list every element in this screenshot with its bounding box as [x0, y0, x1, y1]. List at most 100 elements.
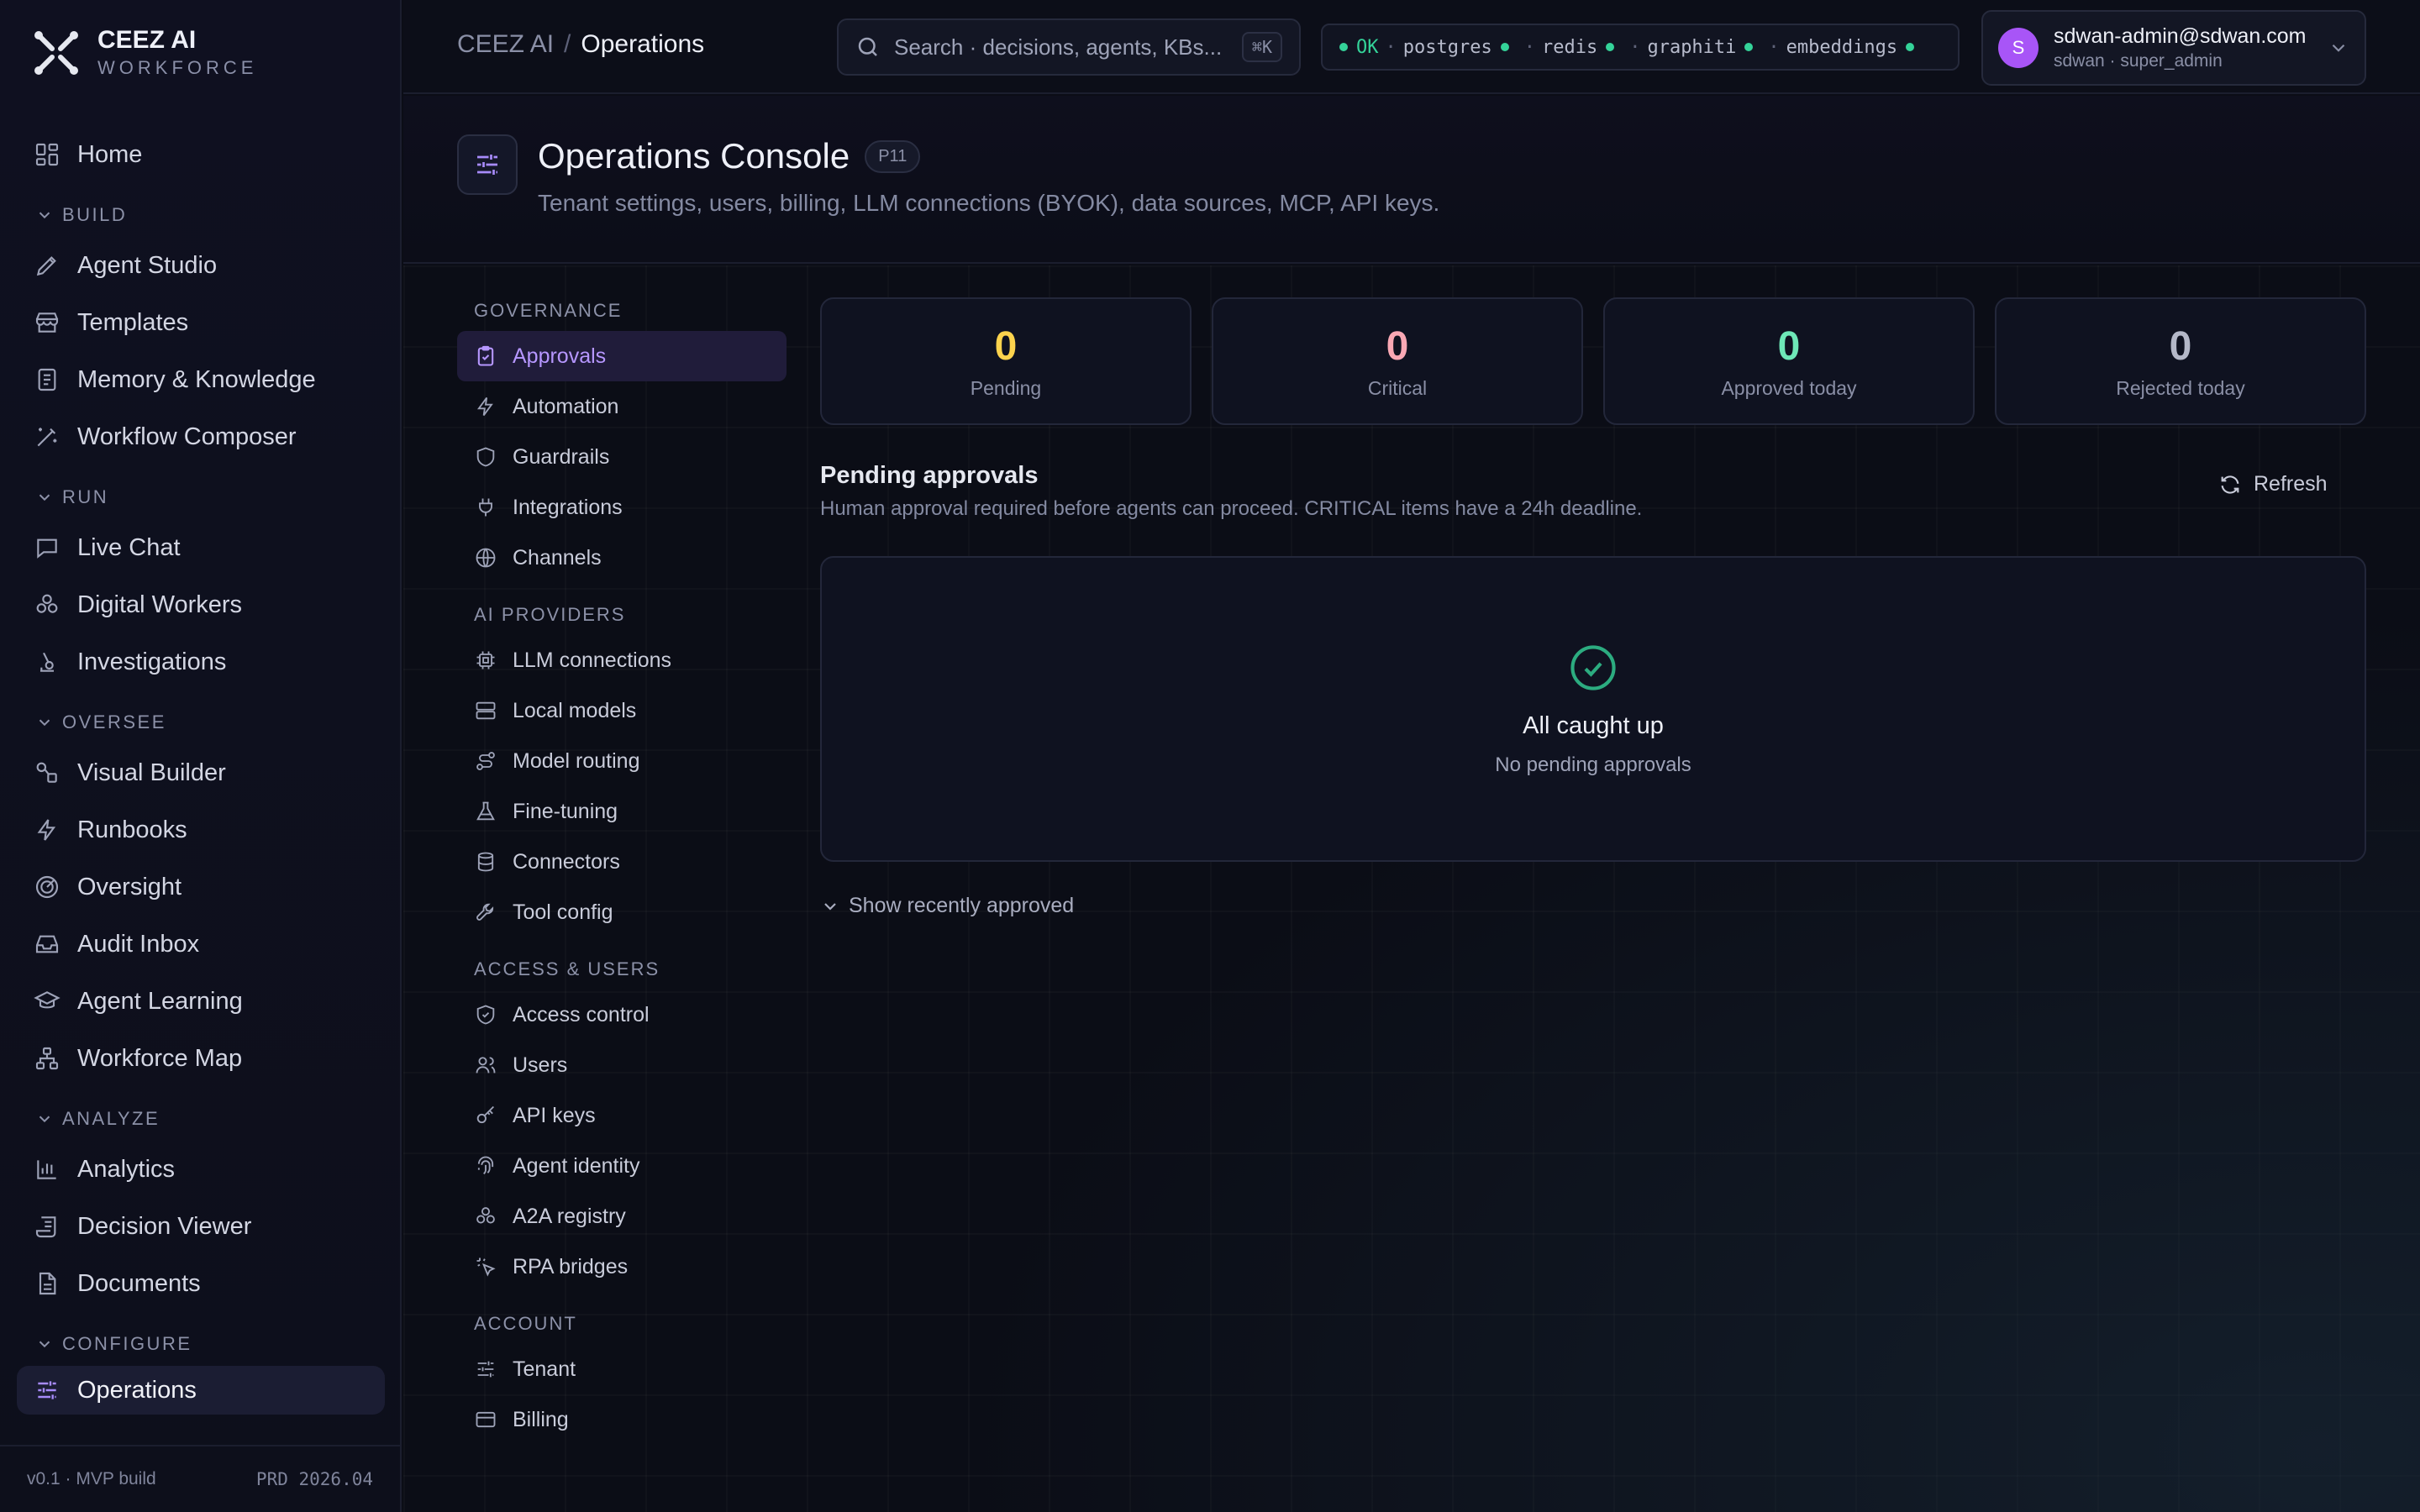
sidebar-item-memory[interactable]: Memory & Knowledge [17, 351, 385, 408]
subnav-item-connectors[interactable]: Connectors [457, 837, 786, 887]
sliders-icon [477, 1361, 494, 1378]
sidebar-item-label: Agent Studio [77, 251, 218, 279]
subnav-item-access-control[interactable]: Access control [457, 990, 786, 1040]
scroll-icon [35, 1216, 56, 1238]
sidebar-item-decision-viewer[interactable]: Decision Viewer [17, 1198, 385, 1255]
page-title: Operations Console [538, 136, 850, 176]
page-icon [457, 134, 518, 195]
ceez-logo-icon [34, 31, 78, 75]
sidebar-item-operations[interactable]: Operations [17, 1366, 385, 1415]
pointer-click-icon [476, 1257, 496, 1277]
subnav-label: Agent identity [513, 1153, 640, 1178]
page-badge: P11 [865, 139, 921, 173]
status-separator: · [1385, 36, 1397, 58]
section-title: Pending approvals [820, 462, 1039, 489]
subnav-item-api-keys[interactable]: API keys [457, 1090, 786, 1141]
refresh-icon [2221, 475, 2239, 494]
sidebar-section-oversee[interactable]: OVERSEE [17, 701, 385, 744]
sidebar-item-audit-inbox[interactable]: Audit Inbox [17, 916, 385, 973]
sidebar-item-label: Decision Viewer [77, 1212, 252, 1240]
wand-icon [37, 428, 57, 447]
subnav-label: LLM connections [513, 648, 672, 672]
subnav-item-tool-config[interactable]: Tool config [457, 887, 786, 937]
section-label: OVERSEE [62, 711, 166, 732]
brand-name: CEEZ AI [97, 26, 197, 54]
subnav-item-guardrails[interactable]: Guardrails [457, 432, 786, 482]
sidebar-section-configure[interactable]: CONFIGURE [17, 1322, 385, 1366]
subnav-item-tenant[interactable]: Tenant [457, 1344, 786, 1394]
status-service-postgres: postgres [1402, 36, 1492, 58]
file-text-icon [39, 1272, 56, 1295]
sidebar-item-visual-builder[interactable]: Visual Builder [17, 744, 385, 801]
breadcrumb-root[interactable]: CEEZ AI [457, 30, 554, 58]
status-dot [1744, 43, 1754, 51]
route-icon [476, 752, 495, 770]
status-ok: OK [1356, 36, 1379, 58]
section-label: ANALYZE [62, 1108, 160, 1129]
subnav-item-channels[interactable]: Channels [457, 533, 786, 583]
refresh-button[interactable]: Refresh [2218, 472, 2328, 496]
section-label: CONFIGURE [62, 1333, 192, 1354]
subnav-label: A2A registry [513, 1204, 626, 1228]
section-subtitle: Human approval required before agents ca… [820, 497, 1643, 520]
stat-value: 0 [1777, 323, 1801, 369]
status-dot [1906, 43, 1915, 51]
subnav-item-users[interactable]: Users [457, 1040, 786, 1090]
subnav-label: Fine-tuning [513, 799, 618, 823]
sidebar-item-label: Workforce Map [77, 1044, 243, 1072]
sidebar-section-build[interactable]: BUILD [17, 193, 385, 237]
search-input[interactable]: Search · decisions, agents, KBs... ⌘K [837, 18, 1301, 76]
sidebar-item-label: Live Chat [77, 533, 181, 561]
subnav-item-fine-tuning[interactable]: Fine-tuning [457, 786, 786, 837]
subnav-label: Users [513, 1053, 568, 1077]
shield-icon [476, 447, 495, 467]
show-recently-approved-toggle[interactable]: Show recently approved [820, 894, 1074, 918]
build-label: PRD 2026.04 [255, 1469, 373, 1489]
subnav-item-approvals[interactable]: Approvals [457, 331, 786, 381]
sidebar-item-live-chat[interactable]: Live Chat [17, 519, 385, 576]
shield-check-icon [476, 1005, 495, 1025]
key-icon [476, 1105, 494, 1124]
subnav-item-llm-connections[interactable]: LLM connections [457, 635, 786, 685]
subnav-item-rpa-bridges[interactable]: RPA bridges [457, 1242, 786, 1292]
sidebar-item-agent-studio[interactable]: Agent Studio [17, 237, 385, 294]
page-title-row: Operations Console P11 [538, 136, 921, 176]
stat-label: Pending [970, 376, 1042, 399]
sidebar-item-documents[interactable]: Documents [17, 1255, 385, 1312]
clipboard-check-icon [477, 345, 494, 366]
sidebar-item-label: Workflow Composer [77, 423, 297, 450]
sidebar-item-workforce-map[interactable]: Workforce Map [17, 1030, 385, 1087]
user-menu[interactable]: S sdwan-admin@sdwan.com sdwan · super_ad… [1981, 10, 2366, 86]
sidebar-item-agent-learning[interactable]: Agent Learning [17, 973, 385, 1030]
breadcrumb: CEEZ AI / Operations [457, 30, 704, 59]
subnav-item-local-models[interactable]: Local models [457, 685, 786, 736]
subnav-label: Integrations [513, 495, 623, 519]
subnav-item-a2a-registry[interactable]: A2A registry [457, 1191, 786, 1242]
system-status[interactable]: OK · postgres · redis · graphiti · embed… [1321, 24, 1960, 71]
subnav-item-model-routing[interactable]: Model routing [457, 736, 786, 786]
sidebar-item-investigations[interactable]: Investigations [17, 633, 385, 690]
sidebar-item-templates[interactable]: Templates [17, 294, 385, 351]
sidebar-item-oversight[interactable]: Oversight [17, 858, 385, 916]
subnav-label: Guardrails [513, 444, 610, 469]
store-icon [35, 312, 59, 333]
sidebar-section-run[interactable]: RUN [17, 475, 385, 519]
page-header: Operations Console P11 Tenant settings, … [403, 96, 2420, 264]
sidebar-item-home[interactable]: Home [17, 126, 385, 183]
sidebar-item-workflow[interactable]: Workflow Composer [17, 408, 385, 465]
subnav-item-agent-identity[interactable]: Agent identity [457, 1141, 786, 1191]
stat-label: Approved today [1721, 376, 1857, 399]
sidebar-item-runbooks[interactable]: Runbooks [17, 801, 385, 858]
sidebar-item-label: Investigations [77, 648, 227, 675]
brand[interactable]: CEEZ AI WORKFORCE [30, 25, 257, 81]
user-email: sdwan-admin@sdwan.com [2054, 24, 2307, 48]
sidebar-section-analyze[interactable]: ANALYZE [17, 1097, 385, 1141]
sidebar-item-digital-workers[interactable]: Digital Workers [17, 576, 385, 633]
network-icon [35, 1047, 59, 1070]
breadcrumb-current: Operations [581, 30, 705, 58]
stat-card-approved-today: 0 Approved today [1603, 297, 1975, 425]
sidebar-item-analytics[interactable]: Analytics [17, 1141, 385, 1198]
subnav-item-automation[interactable]: Automation [457, 381, 786, 432]
subnav-item-billing[interactable]: Billing [457, 1394, 786, 1445]
subnav-item-integrations[interactable]: Integrations [457, 482, 786, 533]
